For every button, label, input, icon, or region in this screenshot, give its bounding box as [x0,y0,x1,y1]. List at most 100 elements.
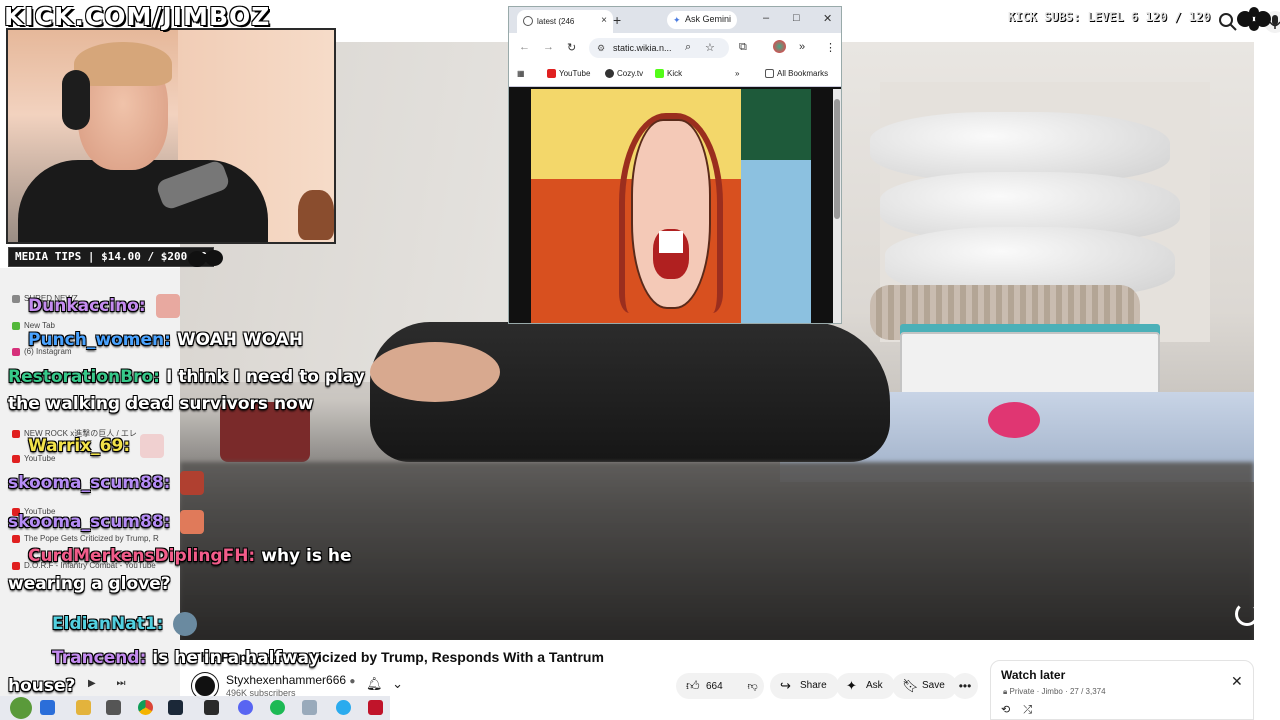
verified-icon: ● [349,676,356,687]
scrollbar-thumb[interactable] [834,99,840,219]
sparkle-icon: ✦ [673,15,681,25]
ghost-tab: D.O.R.F - Infantry Combat - YouTube [12,561,156,570]
headphones-icon [62,70,90,130]
next-icon[interactable]: ⏭ [116,678,125,689]
ghost-tab: The Pope Gets Criticized by Trump, R [12,534,159,543]
bookmarks-bar: ▦ YouTube Cozy.tv Kick » All Bookmarks [509,63,841,87]
playlist-controls: ⟲ ⤮ [1001,703,1032,717]
share-icon: ↪ [780,678,791,693]
subs-goal-banner: KICK SUBS: LEVEL 6 120 / 120 [1008,10,1211,24]
bookmark-icon: 🔖︎ [902,678,919,693]
thumbs-up-icon: 👍︎ [686,678,700,693]
subscribe-bell-button[interactable]: 🔔︎ ⌄ [366,676,408,698]
telegram-icon[interactable] [336,700,351,715]
chevron-down-icon: ⌄ [392,676,404,691]
cartoon-face [631,119,711,309]
forward-icon[interactable]: → [543,41,554,53]
video-hand [370,342,500,402]
ghost-tab: (6) Instagram [12,347,72,356]
window-close-icon[interactable]: ✕ [823,12,832,25]
terminal-icon[interactable] [204,700,219,715]
shuffle-icon[interactable]: ⤮ [1023,704,1032,716]
video-title: The Pope Gets Criticized by Trump, Respo… [192,649,604,665]
video-headphones [988,402,1040,438]
ghost-tab: YouTube [12,507,55,516]
steam-icon[interactable] [168,700,183,715]
ghost-tab: YouTube [12,454,55,463]
anime-sticker [298,190,334,240]
screen: SHRED NEWZ New Tab (6) Instagram NEW ROC… [0,0,1280,720]
zoom-icon[interactable]: ⌕ [685,41,691,54]
ghost-tab: New Tab [12,321,55,330]
browser-tab[interactable]: latest (246 × [517,10,613,33]
new-tab-button[interactable]: + [613,12,621,28]
watch-later-panel: Watch later 🔒︎ Private · Jimbo · 27 / 3,… [990,660,1254,720]
media-tips-goal: MEDIA TIPS | $14.00 / $200.00 [8,247,215,267]
share-button[interactable]: ↪ Share [770,673,839,699]
app-icon[interactable] [368,700,383,715]
browser-window[interactable]: latest (246 × + ✦ Ask Gemini – □ ✕ ← → ↻… [508,6,842,324]
media-controls: ▶ ⏭ [88,678,125,689]
tab-close-icon[interactable]: × [601,15,607,26]
maximize-icon[interactable]: □ [793,12,800,24]
more-actions-button[interactable]: ••• [952,673,978,699]
obs-icon[interactable] [106,700,121,715]
lock-icon: 🔒︎ [1003,687,1008,696]
chat-panel [0,268,180,720]
close-icon[interactable]: ✕ [1231,673,1243,690]
taskbar [0,696,390,720]
like-count: 664 [706,681,723,692]
chevron-double-icon[interactable]: » [735,69,739,78]
browser-scrollbar[interactable] [833,89,841,323]
cartoon-fence [741,89,811,323]
infinity-logo-icon [1237,7,1271,31]
ask-gemini-button[interactable]: ✦ Ask Gemini [667,11,738,29]
bookmark-kick[interactable]: Kick [655,69,682,79]
minimize-icon[interactable]: – [763,12,769,24]
ghost-tab: SHRED NEWZ [12,294,78,303]
cartoon-image [531,89,811,323]
chrome-icon[interactable] [138,700,153,715]
chevron-double-icon[interactable]: » [799,41,805,53]
search-icon[interactable] [1218,12,1238,32]
star-icon[interactable]: ☆ [705,41,715,54]
bell-icon: 🔔︎ [366,676,383,691]
bookmark-youtube[interactable]: YouTube [547,69,590,79]
back-icon[interactable]: ← [519,41,530,53]
sparkle-icon: ✦ [846,678,857,693]
reload-icon[interactable]: ↻ [567,41,576,54]
video-red-item [220,402,310,462]
browser-tab-title: latest (246 [537,17,575,26]
bookmark-cozytv[interactable]: Cozy.tv [605,69,643,79]
loop-icon[interactable]: ⟲ [1001,704,1010,716]
spotify-icon[interactable] [270,700,285,715]
profile-avatar-icon[interactable] [773,40,786,53]
start-icon[interactable] [40,700,55,715]
discord-icon[interactable] [238,700,253,715]
ask-label: Ask [866,680,883,691]
extensions-icon[interactable]: ⧉ [739,41,747,54]
channel-name[interactable]: Styxhexenhammer666 ● [226,673,355,687]
photos-icon[interactable] [302,700,317,715]
save-label: Save [922,680,945,691]
address-bar-url: static.wikia.n... [613,43,672,53]
ask-button[interactable]: ✦ Ask [836,673,895,699]
all-bookmarks[interactable]: All Bookmarks [765,69,828,79]
infinity-logo-icon [188,250,223,267]
like-button[interactable]: 👍︎ 664 👎︎ [676,673,764,699]
loading-spinner-icon [1235,602,1254,626]
file-explorer-icon[interactable] [76,700,91,715]
stream-brand: KICK.COM/JIMBOZ [4,2,271,31]
webcam-feed [6,28,336,244]
webcam-body [18,160,268,242]
kebab-menu-icon[interactable]: ⋮ [825,41,836,54]
apps-icon[interactable]: ▦ [517,69,525,78]
site-info-icon: ⚙ [597,43,606,53]
globe-icon [523,16,533,26]
save-button[interactable]: 🔖︎ Save [892,673,957,699]
browser-page-content [509,87,841,323]
ask-gemini-label: Ask Gemini [685,14,732,24]
thumbs-down-icon: 👎︎ [747,681,758,692]
play-icon[interactable]: ▶ [88,678,96,689]
watch-later-meta: 🔒︎ Private · Jimbo · 27 / 3,374 [1003,687,1106,696]
